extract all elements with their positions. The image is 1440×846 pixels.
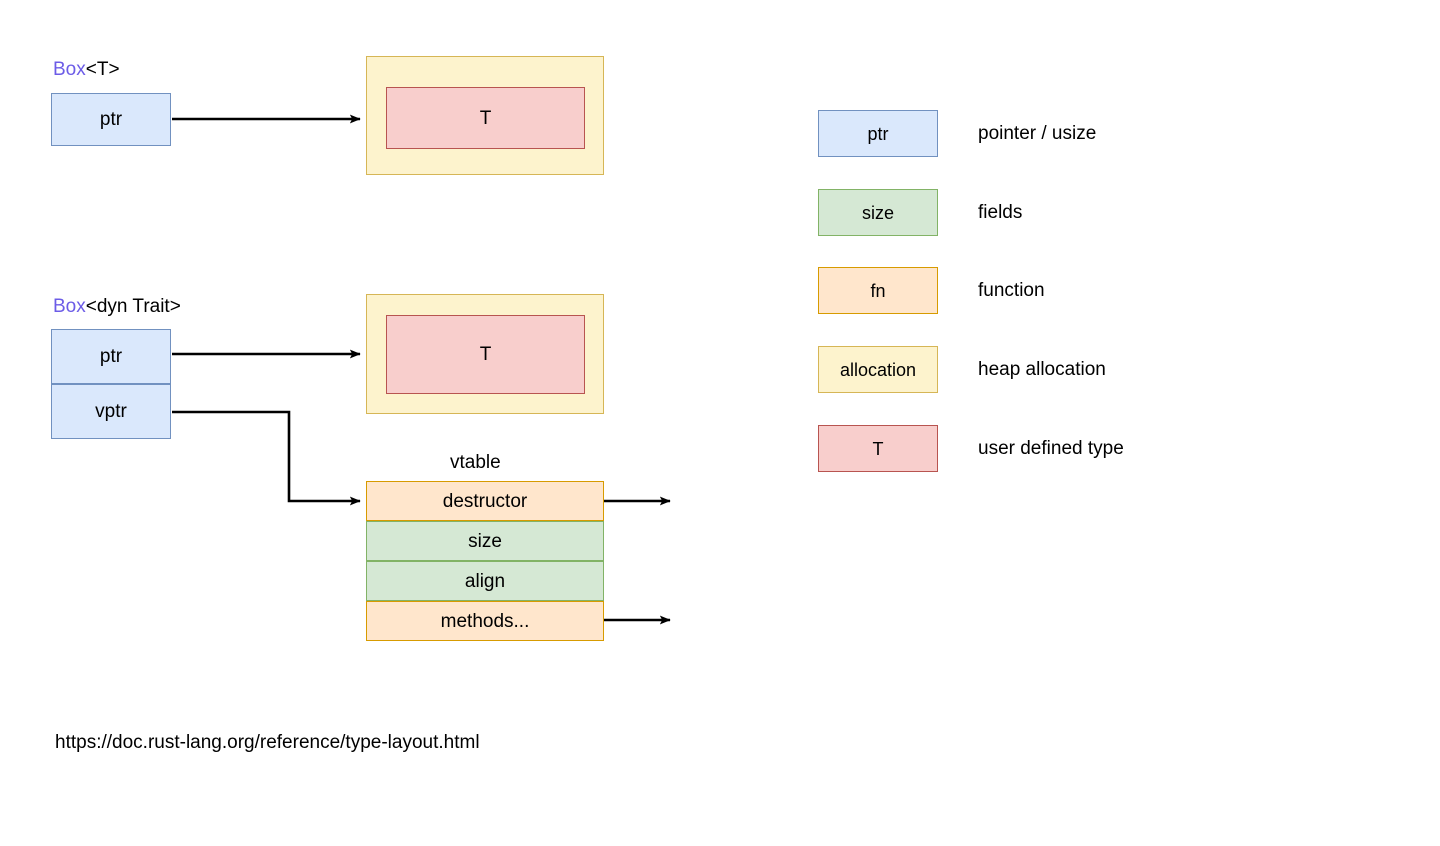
box-dyn-allocation-type-label: T [479, 344, 492, 365]
box-t-generic: <T> [85, 59, 120, 80]
vtable-row-size-label: size [468, 530, 502, 552]
box-dyn-ptr-cell[interactable]: ptr [51, 329, 171, 384]
diagram-canvas: Box<T> ptr T Box<dyn Trait> ptr vptr T v… [0, 0, 1440, 846]
box-dyn-type-label: Box<dyn Trait> [53, 297, 181, 316]
vtable-caption: vtable [450, 452, 501, 473]
vtable-row-align-label: align [464, 570, 506, 592]
box-t-keyword: Box [53, 59, 86, 80]
box-dyn-keyword: Box [53, 296, 86, 317]
legend-swatch-allocation-label: allocation [839, 359, 917, 380]
box-dyn-vptr-label: vptr [95, 401, 127, 422]
legend-swatch-type-label: T [872, 438, 884, 459]
box-t-type-label: Box<T> [53, 60, 120, 79]
vtable-row-destructor-label: destructor [442, 490, 528, 512]
legend-description-function: function [978, 280, 1045, 301]
box-t-ptr-cell[interactable]: ptr [51, 93, 171, 146]
legend-swatch-function: fn [818, 267, 938, 314]
legend-swatch-type: T [818, 425, 938, 472]
legend-description-fields: fields [978, 202, 1023, 223]
box-dyn-ptr-label: ptr [99, 346, 123, 367]
legend-swatch-allocation: allocation [818, 346, 938, 393]
box-dyn-vptr-cell[interactable]: vptr [51, 384, 171, 439]
box-t-allocation-type: T [386, 87, 585, 149]
vtable-row-size[interactable]: size [366, 521, 604, 561]
box-dyn-generic: <dyn Trait> [85, 296, 181, 317]
box-t-ptr-label: ptr [99, 109, 123, 130]
legend-swatch-function-label: fn [870, 280, 886, 301]
legend-swatch-fields: size [818, 189, 938, 236]
vtable-row-destructor[interactable]: destructor [366, 481, 604, 521]
legend-description-allocation: heap allocation [978, 359, 1106, 380]
arrow-boxdyn-vptr-to-vtable [172, 410, 361, 506]
legend-swatch-fields-label: size [861, 202, 894, 223]
box-t-allocation-type-label: T [479, 107, 492, 129]
legend-description-type: user defined type [978, 438, 1124, 459]
legend-swatch-pointer-label: ptr [867, 123, 889, 144]
vtable-row-align[interactable]: align [366, 561, 604, 601]
connector-layer [172, 114, 671, 628]
vtable-row-methods-label: methods... [440, 610, 530, 632]
legend-description-pointer: pointer / usize [978, 123, 1097, 144]
vtable-row-methods[interactable]: methods... [366, 601, 604, 641]
source-url[interactable]: https://doc.rust-lang.org/reference/type… [55, 733, 480, 752]
box-dyn-allocation-type: T [386, 315, 585, 394]
legend-swatch-pointer: ptr [818, 110, 938, 157]
